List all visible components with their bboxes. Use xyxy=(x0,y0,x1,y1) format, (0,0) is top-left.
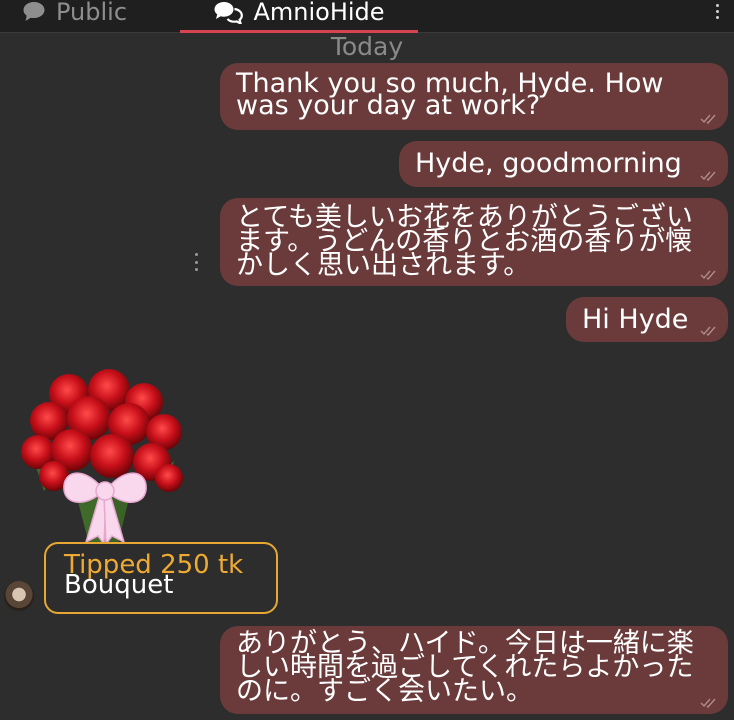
chat-tab-bar: Public AmnioHide xyxy=(0,0,734,33)
tab-amniohide[interactable]: AmnioHide xyxy=(180,0,418,32)
message-text: Hi Hyde xyxy=(582,304,689,335)
message-bubble[interactable]: Hyde, goodmorning xyxy=(399,141,728,187)
message-text: Thank you so much, Hyde. How was your da… xyxy=(236,68,664,121)
message-bubble[interactable]: Thank you so much, Hyde. How was your da… xyxy=(220,63,728,130)
message-options-icon[interactable] xyxy=(193,253,199,271)
tip-notification: Tipped 250 tk Bouquet xyxy=(44,542,278,614)
message-text: とても美しいお花をありがとうございます。うどんの香りとお酒の香りが懐かしく思い出… xyxy=(236,202,693,281)
message-text: Hyde, goodmorning xyxy=(415,148,682,179)
message-bubble[interactable]: Hi Hyde xyxy=(566,297,728,342)
tab-public[interactable]: Public xyxy=(22,0,127,32)
read-receipt-icon xyxy=(700,171,716,181)
tipper-avatar[interactable] xyxy=(4,581,34,611)
more-options-icon[interactable] xyxy=(712,0,722,22)
bouquet-gift-image xyxy=(21,369,183,547)
chat-bubble-icon xyxy=(23,1,45,21)
read-receipt-icon xyxy=(700,698,716,708)
message-text: ありがとう、ハイド。今日は一緒に楽しい時間を過ごしてくれたらよかったのに。すごく… xyxy=(236,628,694,707)
read-receipt-icon xyxy=(700,114,716,124)
date-separator: Today xyxy=(330,32,404,61)
message-bubble[interactable]: とても美しいお花をありがとうございます。うどんの香りとお酒の香りが懐かしく思い出… xyxy=(220,198,728,286)
message-bubble[interactable]: ありがとう、ハイド。今日は一緒に楽しい時間を過ごしてくれたらよかったのに。すごく… xyxy=(220,626,728,714)
read-receipt-icon xyxy=(700,326,716,336)
private-chat-icon xyxy=(214,1,244,24)
tab-amniohide-label: AmnioHide xyxy=(253,0,385,26)
tab-public-label: Public xyxy=(56,0,128,26)
read-receipt-icon xyxy=(700,270,716,280)
